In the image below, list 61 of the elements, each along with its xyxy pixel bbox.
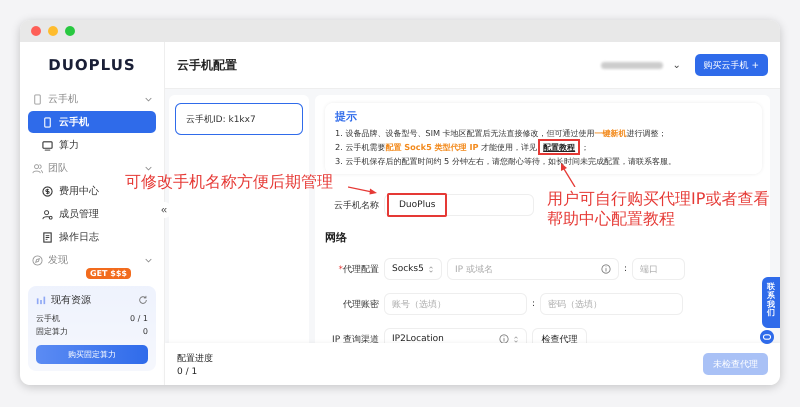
zoom-window-icon[interactable] — [65, 26, 75, 36]
account-dropdown-button[interactable]: ⌄ — [672, 59, 681, 71]
resource-value: 0 / 1 — [130, 313, 148, 325]
nav-item[interactable]: 费用中心 — [28, 180, 99, 202]
tutorial-link[interactable]: 配置教程 — [538, 139, 580, 155]
buy-compute-button[interactable]: 购买固定算力 — [36, 345, 148, 364]
info-icon — [499, 334, 509, 343]
up-down-icon — [428, 264, 434, 274]
field-label: IP 查询渠道 — [331, 334, 379, 343]
field-label: *代理配置 — [338, 264, 379, 276]
nav-item[interactable]: 算力 — [28, 134, 79, 156]
coin-icon — [42, 186, 53, 196]
refresh-icon[interactable] — [138, 295, 148, 305]
up-down-icon — [513, 334, 519, 343]
resources-title: 现有资源 — [51, 294, 92, 307]
annotation-arrow — [348, 184, 378, 196]
separator-colon: : — [624, 264, 628, 274]
progress-value: 0 / 1 — [177, 366, 198, 376]
minimize-window-icon[interactable] — [48, 26, 58, 36]
page-title: 云手机配置 — [177, 56, 238, 74]
bar-chart-icon — [36, 295, 46, 305]
compass-icon — [32, 254, 43, 266]
nav-item[interactable]: 成员管理 — [28, 203, 99, 225]
annotation-arrow — [560, 163, 576, 187]
field-label: 云手机名称 — [333, 200, 379, 212]
select-field[interactable]: Socks5 — [384, 258, 442, 280]
tips-title: 提示 — [335, 109, 358, 124]
info-icon — [601, 264, 611, 274]
chat-bubble-icon[interactable] — [760, 330, 774, 344]
progress-label: 配置进度 — [177, 352, 213, 364]
resource-label: 云手机 — [36, 313, 60, 325]
resource-label: 固定算力 — [36, 326, 68, 338]
device-card[interactable]: 云手机ID: k1kx7 — [175, 103, 303, 135]
monitor-icon — [42, 140, 53, 150]
logo: DUOPLUS — [48, 55, 136, 76]
nav-group[interactable]: 云手机 — [28, 88, 156, 110]
annotation-text: 可修改手机名称方便后期管理 — [125, 172, 333, 192]
section-title: 网络 — [325, 230, 347, 245]
buy-cloud-phone-button[interactable]: 购买云手机 + — [694, 54, 768, 76]
check-proxy-button[interactable]: 检查代理 — [532, 328, 587, 343]
select-field[interactable]: IP2Location — [384, 328, 527, 343]
nav-group[interactable]: 发现 — [28, 249, 156, 271]
tip-text: 1. 设备品牌、设备型号、SIM 卡地区配置后无法直接修改，但可通过使用一键新机进行调整； — [335, 127, 668, 140]
promo-badge: GET $$$ — [86, 268, 131, 279]
separator-colon: : — [532, 299, 536, 309]
contact-us-tab[interactable]: 联系我们 — [762, 277, 780, 328]
tip-text: 2. 云手机需要配置 Sock5 类型代理 IP 才能使用，详见 配置教程 ； — [335, 140, 752, 154]
field-label: 代理账密 — [342, 298, 379, 310]
close-window-icon[interactable] — [31, 26, 41, 36]
nav-item[interactable]: 操作日志 — [28, 226, 99, 248]
phone-icon — [32, 94, 43, 104]
nav-item[interactable]: 云手机 — [28, 111, 156, 133]
tip-text: 3. 云手机保存后的配置时间约 5 分钟左右，请您耐心等待，如长时间未完成配置，请联系客服。 — [335, 155, 677, 168]
phone-name-field[interactable]: DuoPlus — [384, 194, 534, 216]
users-icon — [32, 162, 43, 174]
annotation-frame: DuoPlus — [387, 193, 448, 217]
annotation-text: 用户可自行购买代理IP或者查看帮助中心配置教程 — [547, 189, 770, 229]
document-icon — [42, 232, 53, 242]
blurred-account-name — [600, 62, 663, 68]
phone-icon — [42, 116, 53, 128]
resource-value: 0 — [142, 326, 148, 338]
